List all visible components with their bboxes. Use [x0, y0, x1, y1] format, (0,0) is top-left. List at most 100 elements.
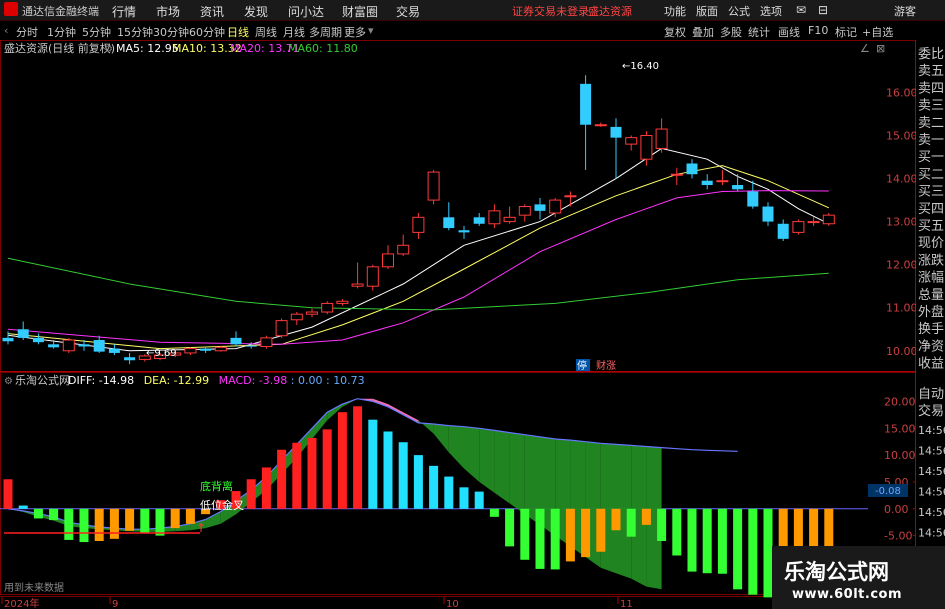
macd-bar [444, 476, 454, 509]
macd-bar [717, 508, 727, 574]
candle-body [686, 163, 698, 175]
period-tab-intraday[interactable]: 分时 [16, 24, 38, 40]
macd-tick-label: 15.00 [884, 422, 916, 435]
macd-bar [748, 508, 758, 595]
candle-body [488, 210, 501, 225]
macd-bar [398, 442, 408, 509]
period-bar: ‹ 分时 1分钟 5分钟 15分钟 30分钟 60分钟 日线 周线 月线 多周期… [0, 21, 945, 41]
macd-bar [489, 508, 499, 517]
main-title: 盛达资源(日线 前复权) [4, 41, 115, 55]
macd-ribbon-segment [494, 430, 510, 504]
side-row-label: 委比 [918, 47, 944, 62]
halt-badge-text: 停 [577, 359, 587, 372]
macd-settings-icon[interactable]: ⚙ [4, 376, 13, 387]
menu-item-discover[interactable]: 发现 [244, 3, 268, 20]
price-tick-label: 10.00 [886, 345, 918, 358]
tool-stats[interactable]: 统计 [748, 24, 770, 40]
side-row-label: 总量 [918, 288, 944, 303]
period-tab-more[interactable]: 更多 [344, 24, 366, 40]
menu-bar: 通达信金融终端 行情 市场 资讯 发现 问小达 财富圈 交易 证券交易未登录 盛… [0, 0, 945, 21]
candle-body [747, 191, 759, 207]
candle-body [473, 217, 485, 224]
ma60-label: MA60: 11.80 [288, 42, 358, 55]
more-chevron-icon[interactable]: ▾ [368, 24, 374, 37]
menu-function[interactable]: 功能 [664, 3, 686, 19]
collapse-icon[interactable]: ‹ [4, 24, 8, 37]
candle-body [580, 83, 592, 125]
period-tab-15min[interactable]: 15分钟 [117, 24, 153, 40]
tool-f10[interactable]: F10 [808, 24, 828, 37]
period-tab-30min[interactable]: 30分钟 [153, 24, 189, 40]
period-tab-5min[interactable]: 5分钟 [82, 24, 111, 40]
macd-tick-label: 10.00 [884, 449, 916, 462]
tool-draw[interactable]: 画线 [778, 24, 800, 40]
menu-layout[interactable]: 版面 [696, 3, 718, 19]
period-tab-monthly[interactable]: 月线 [283, 24, 305, 40]
price-tick-label: 12.00 [886, 259, 918, 272]
panel-collapse-icon[interactable]: ∠ [860, 42, 870, 55]
minimize-icon[interactable]: ⊟ [818, 3, 828, 17]
candle-body [397, 244, 410, 255]
macd-bar [277, 449, 287, 509]
period-tab-60min[interactable]: 60分钟 [189, 24, 225, 40]
side-time-label: 14:56 [918, 506, 945, 519]
macd-bar [429, 465, 439, 509]
side-row-label: 买四 [918, 202, 944, 217]
side-row-label: 买一 [918, 150, 944, 165]
tool-overlay[interactable]: 叠加 [692, 24, 714, 40]
tool-multi[interactable]: 多股 [720, 24, 742, 40]
macd-bar [3, 479, 13, 509]
period-tab-weekly[interactable]: 周线 [255, 24, 277, 40]
candle-body [518, 206, 531, 216]
candle-body [762, 206, 774, 222]
menu-item-market[interactable]: 市场 [156, 3, 180, 20]
menu-options[interactable]: 选项 [760, 3, 782, 19]
macd-bar [565, 508, 575, 562]
tool-fq[interactable]: 复权 [664, 24, 686, 40]
macd-bar [322, 429, 332, 509]
candle-body [716, 180, 729, 183]
login-notice[interactable]: 证券交易未登录 [512, 3, 589, 19]
candle-body [412, 216, 425, 233]
low-price-label: ←9.69 [146, 348, 177, 359]
panel-close-icon[interactable]: ⊠ [876, 42, 885, 55]
x-axis-label: 9 [112, 599, 118, 609]
menu-item-ask[interactable]: 问小达 [288, 3, 324, 20]
watermark-text: 乐淘公式网 [784, 560, 889, 584]
mail-icon[interactable]: ✉ [796, 3, 806, 17]
app-logo-icon [4, 2, 18, 16]
side-row-label: 净资 [918, 339, 944, 354]
candle-body [458, 230, 470, 233]
current-value: -0.08 [875, 486, 901, 497]
guest-label[interactable]: 游客 [894, 3, 916, 19]
side-row-label: 卖三 [918, 99, 944, 114]
macd-bar [672, 508, 682, 556]
menu-item-quotes[interactable]: 行情 [112, 3, 136, 20]
menu-item-news[interactable]: 资讯 [200, 3, 224, 20]
x-axis-label: 2024年 [4, 597, 39, 609]
price-tick-label: 11.00 [886, 302, 918, 315]
macd-bar [413, 455, 423, 509]
stock-name: 盛达资源 [588, 5, 632, 18]
macd-bar [49, 508, 59, 521]
macd-bar [140, 508, 150, 533]
macd-ribbon-segment [509, 432, 525, 515]
tool-add-fav[interactable]: +自选 [862, 24, 893, 40]
side-row-label: 换手 [918, 322, 944, 337]
tool-mark[interactable]: 标记 [835, 24, 857, 40]
period-tab-multi[interactable]: 多周期 [309, 24, 342, 40]
period-tab-1min[interactable]: 1分钟 [47, 24, 76, 40]
settings-icon[interactable]: ⚙ [104, 44, 113, 55]
candle-body [62, 339, 75, 352]
period-tab-daily[interactable]: 日线 [227, 24, 249, 40]
menu-item-trade[interactable]: 交易 [396, 3, 420, 20]
menu-formula[interactable]: 公式 [728, 3, 750, 19]
macd-bar [337, 412, 347, 509]
candle-body [245, 345, 257, 347]
macd-bar [33, 508, 43, 519]
macd-bar [459, 487, 469, 509]
candle-body [260, 337, 273, 347]
menu-item-wealth[interactable]: 财富圈 [342, 3, 378, 20]
candle-body [275, 320, 288, 337]
candle-body [290, 313, 303, 321]
